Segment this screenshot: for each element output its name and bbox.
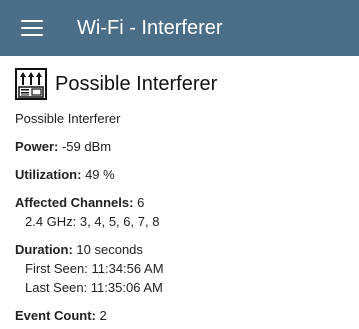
event-count-value: 2 [99,308,107,323]
details-heading: Possible Interferer [15,68,344,100]
first-seen-value: 11:34:56 AM [91,261,164,276]
band-channels-row: 2.4 GHz: 3, 4, 5, 6, 7, 8 [15,212,344,231]
duration-row: Duration: 10 seconds [15,240,344,259]
duration-value: 10 seconds [76,242,143,257]
power-row: Power: -59 dBm [15,137,344,156]
affected-channels-row: Affected Channels: 6 [15,193,344,212]
page-title: Possible Interferer [55,72,218,95]
utilization-label: Utilization: [15,167,82,182]
app-title: Wi-Fi - Interferer [77,16,223,39]
band-channels-value: 3, 4, 5, 6, 7, 8 [79,214,160,229]
app-bar: Wi-Fi - Interferer [0,0,359,56]
utilization-row: Utilization: 49 % [15,165,344,184]
hamburger-menu-icon[interactable] [21,20,43,36]
interferer-device-icon [15,68,47,100]
band-label: 2.4 GHz: [25,214,77,229]
event-count-label: Event Count: [15,308,96,323]
event-count-row: Event Count: 2 [15,306,344,325]
interferer-type: Possible Interferer [15,111,121,126]
last-seen-row: Last Seen: 11:35:06 AM [15,278,344,297]
last-seen-value: 11:35:06 AM [90,280,163,295]
interferer-details: Possible Interferer Possible Interferer … [0,56,359,329]
last-seen-label: Last Seen: [25,280,88,295]
affected-channels-label: Affected Channels: [15,195,134,210]
first-seen-row: First Seen: 11:34:56 AM [15,259,344,278]
utilization-value: 49 % [85,167,115,182]
power-value: -59 dBm [61,139,112,154]
power-label: Power: [15,139,59,154]
duration-label: Duration: [15,242,73,257]
first-seen-label: First Seen: [25,261,88,276]
affected-channels-value: 6 [137,195,145,210]
